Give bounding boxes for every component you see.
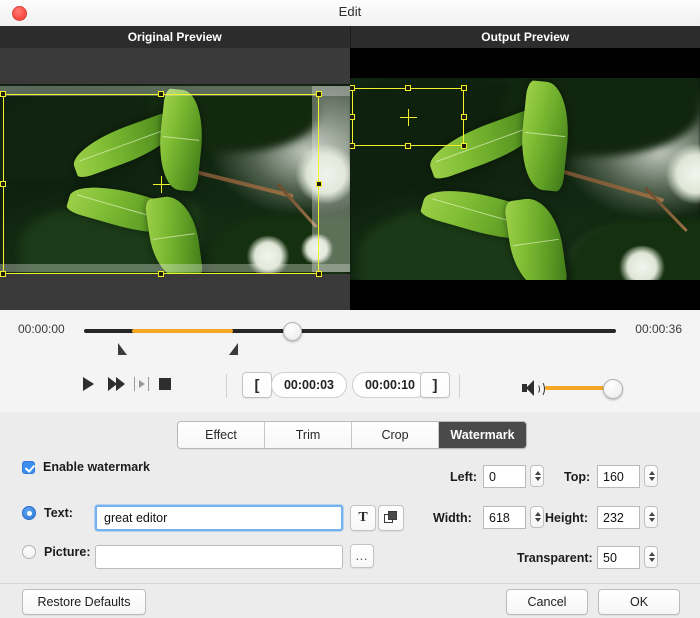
volume-slider-knob[interactable] [603,379,623,399]
transparent-field-label: Transparent: [517,551,593,565]
clip-start-time[interactable]: 00:00:03 [271,372,347,398]
handle-middle-left[interactable] [0,181,6,187]
handle-top-left[interactable] [350,85,355,91]
watermark-selection-box-original[interactable] [0,91,322,277]
handle-bottom-center[interactable] [158,271,164,277]
handle-middle-right[interactable] [316,181,322,187]
timeline-selected-range[interactable] [131,329,233,333]
footer-divider [0,583,700,584]
play-icon [83,377,94,391]
transparent-stepper[interactable] [644,546,658,568]
speaker-icon[interactable] [522,380,545,397]
height-field-label: Height: [545,511,589,525]
timeline-bar: 00:00:00 00:00:36 [0,310,700,363]
text-radio-row[interactable]: Text: [22,506,106,520]
trim-in-marker[interactable] [118,343,127,355]
handle-middle-left[interactable] [350,114,355,120]
timeline-playhead[interactable] [283,322,303,341]
restore-defaults-button[interactable]: Restore Defaults [22,589,146,615]
handle-top-right[interactable] [316,91,322,97]
timeline-end-time: 00:00:36 [635,322,682,336]
transparent-input[interactable] [597,546,640,569]
play-button[interactable] [83,377,94,391]
left-stepper[interactable] [530,465,544,487]
fast-forward-icon [108,377,125,391]
cancel-button[interactable]: Cancel [506,589,588,615]
tab-trim[interactable]: Trim [265,422,352,448]
handle-middle-right[interactable] [461,114,467,120]
enable-watermark-checkbox[interactable] [22,460,35,474]
width-stepper[interactable] [530,506,544,528]
window-title: Edit [338,4,362,19]
original-preview-label: Original Preview [0,26,351,48]
stop-button[interactable] [159,377,171,390]
handle-bottom-center[interactable] [405,143,411,149]
height-input[interactable] [597,506,640,529]
text-format-icon[interactable]: T [350,505,376,531]
step-frame-button[interactable] [134,377,149,391]
watermark-selection-box-output[interactable] [350,85,467,149]
stop-icon [159,378,171,390]
timeline-start-time: 00:00:00 [18,322,65,336]
handle-top-center[interactable] [158,91,164,97]
preview-header-bar: Original Preview Output Preview [0,26,700,48]
options-panel: Effect Trim Crop Watermark Enable waterm… [0,412,700,618]
selection-center-crosshair-icon [152,175,170,193]
top-field-label: Top: [564,470,591,484]
handle-bottom-right[interactable] [316,271,322,277]
transport-divider-left [226,374,227,398]
watermark-text-input[interactable] [95,505,343,531]
handle-bottom-right[interactable] [461,143,467,149]
ok-button[interactable]: OK [598,589,680,615]
top-input[interactable] [597,465,640,488]
left-field-label: Left: [450,470,478,484]
top-stepper[interactable] [644,465,658,487]
clip-end-time[interactable]: 00:00:10 [352,372,428,398]
width-field-label: Width: [433,511,472,525]
fast-forward-button[interactable] [108,377,125,391]
tab-watermark[interactable]: Watermark [439,422,526,448]
output-preview-label: Output Preview [481,30,570,44]
width-input[interactable] [483,506,526,529]
layers-icon[interactable] [378,505,404,531]
letterbox-top [350,48,700,78]
enable-watermark-label: Enable watermark [43,460,150,474]
handle-top-right[interactable] [461,85,467,91]
picture-radio[interactable] [22,545,36,559]
preview-area [0,48,700,310]
handle-top-center[interactable] [405,85,411,91]
left-input[interactable] [483,465,526,488]
selection-center-crosshair-icon [399,108,417,126]
handle-top-left[interactable] [0,91,6,97]
mark-in-button[interactable]: [ [242,372,272,398]
handle-bottom-left[interactable] [350,143,355,149]
tab-crop[interactable]: Crop [352,422,439,448]
original-preview-pane[interactable] [0,48,350,310]
browse-picture-button[interactable]: … [350,544,374,568]
timeline-track[interactable] [84,322,616,341]
text-radio[interactable] [22,506,36,520]
trim-out-marker[interactable] [229,343,238,355]
output-preview-pane[interactable] [350,48,700,310]
mark-out-button[interactable]: ] [420,372,450,398]
tab-effect[interactable]: Effect [178,422,265,448]
watermark-picture-input[interactable] [95,545,343,569]
step-frame-icon [134,377,149,391]
edit-dialog-window: Edit Original Preview Output Preview 00:… [0,0,700,618]
picture-radio-row[interactable]: Picture: [22,545,106,559]
transport-divider-right [459,374,460,398]
handle-bottom-left[interactable] [0,271,6,277]
title-bar: Edit [0,0,700,27]
letterbox-bottom [350,280,700,310]
enable-watermark-row[interactable]: Enable watermark [22,460,150,474]
height-stepper[interactable] [644,506,658,528]
option-tabs: Effect Trim Crop Watermark [177,421,527,449]
